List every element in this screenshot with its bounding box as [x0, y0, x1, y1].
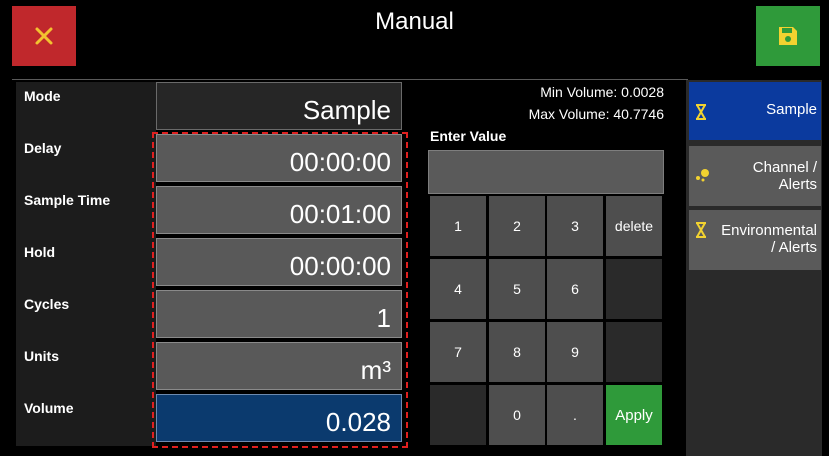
frame-divider — [12, 79, 688, 80]
blank-key — [430, 385, 486, 445]
field-label: Sample Time — [16, 186, 156, 238]
field-label: Hold — [16, 238, 156, 290]
side-menu-label: Environmental / Alerts — [721, 222, 817, 256]
save-button[interactable] — [756, 6, 820, 66]
mode-field[interactable]: Sample — [156, 82, 402, 130]
field-label: Units — [16, 342, 156, 394]
field-row-mode: Mode Sample — [12, 82, 410, 134]
manual-screen: Manual Mode Sample Delay 00:00:00 Sample… — [0, 0, 829, 456]
hold-field[interactable]: 00:00:00 — [156, 238, 402, 286]
max-volume-label: Max Volume: 40.7746 — [528, 106, 664, 122]
field-label: Volume — [16, 394, 156, 446]
min-volume-label: Min Volume: 0.0028 — [540, 84, 664, 100]
field-row-volume: Volume 0.028 — [12, 394, 410, 446]
field-row-units: Units m³ — [12, 342, 410, 394]
volume-field[interactable]: 0.028 — [156, 394, 402, 442]
field-row-hold: Hold 00:00:00 — [12, 238, 410, 290]
side-menu-channel-alerts[interactable]: Channel / Alerts — [689, 146, 821, 206]
key-6[interactable]: 6 — [547, 259, 603, 319]
key-dot[interactable]: . — [547, 385, 603, 445]
enter-value-label: Enter Value — [430, 128, 507, 144]
key-3[interactable]: 3 — [547, 196, 603, 256]
key-5[interactable]: 5 — [489, 259, 545, 319]
key-4[interactable]: 4 — [430, 259, 486, 319]
field-row-cycles: Cycles 1 — [12, 290, 410, 342]
apply-button[interactable]: Apply — [606, 385, 662, 445]
field-label: Mode — [16, 82, 156, 134]
blank-key — [606, 322, 662, 382]
hourglass-icon — [695, 222, 707, 242]
key-1[interactable]: 1 — [430, 196, 486, 256]
side-menu-label: Channel / Alerts — [752, 159, 817, 193]
delay-field[interactable]: 00:00:00 — [156, 134, 402, 182]
page-title: Manual — [375, 8, 454, 35]
blank-key — [606, 259, 662, 319]
key-0[interactable]: 0 — [489, 385, 545, 445]
field-label: Delay — [16, 134, 156, 186]
key-7[interactable]: 7 — [430, 322, 486, 382]
key-8[interactable]: 8 — [489, 322, 545, 382]
key-9[interactable]: 9 — [547, 322, 603, 382]
particles-icon — [695, 168, 711, 186]
value-input[interactable] — [428, 150, 664, 194]
key-2[interactable]: 2 — [489, 196, 545, 256]
side-menu-label: Sample — [766, 101, 817, 118]
units-field[interactable]: m³ — [156, 342, 402, 390]
field-row-sample-time: Sample Time 00:01:00 — [12, 186, 410, 238]
save-icon — [779, 27, 797, 45]
hourglass-icon — [695, 104, 707, 124]
side-menu-environmental-alerts[interactable]: Environmental / Alerts — [689, 210, 821, 270]
sample-time-field[interactable]: 00:01:00 — [156, 186, 402, 234]
field-label: Cycles — [16, 290, 156, 342]
cycles-field[interactable]: 1 — [156, 290, 402, 338]
delete-key[interactable]: delete — [606, 196, 662, 256]
field-row-delay: Delay 00:00:00 — [12, 134, 410, 186]
side-menu-sample[interactable]: Sample — [689, 82, 821, 140]
